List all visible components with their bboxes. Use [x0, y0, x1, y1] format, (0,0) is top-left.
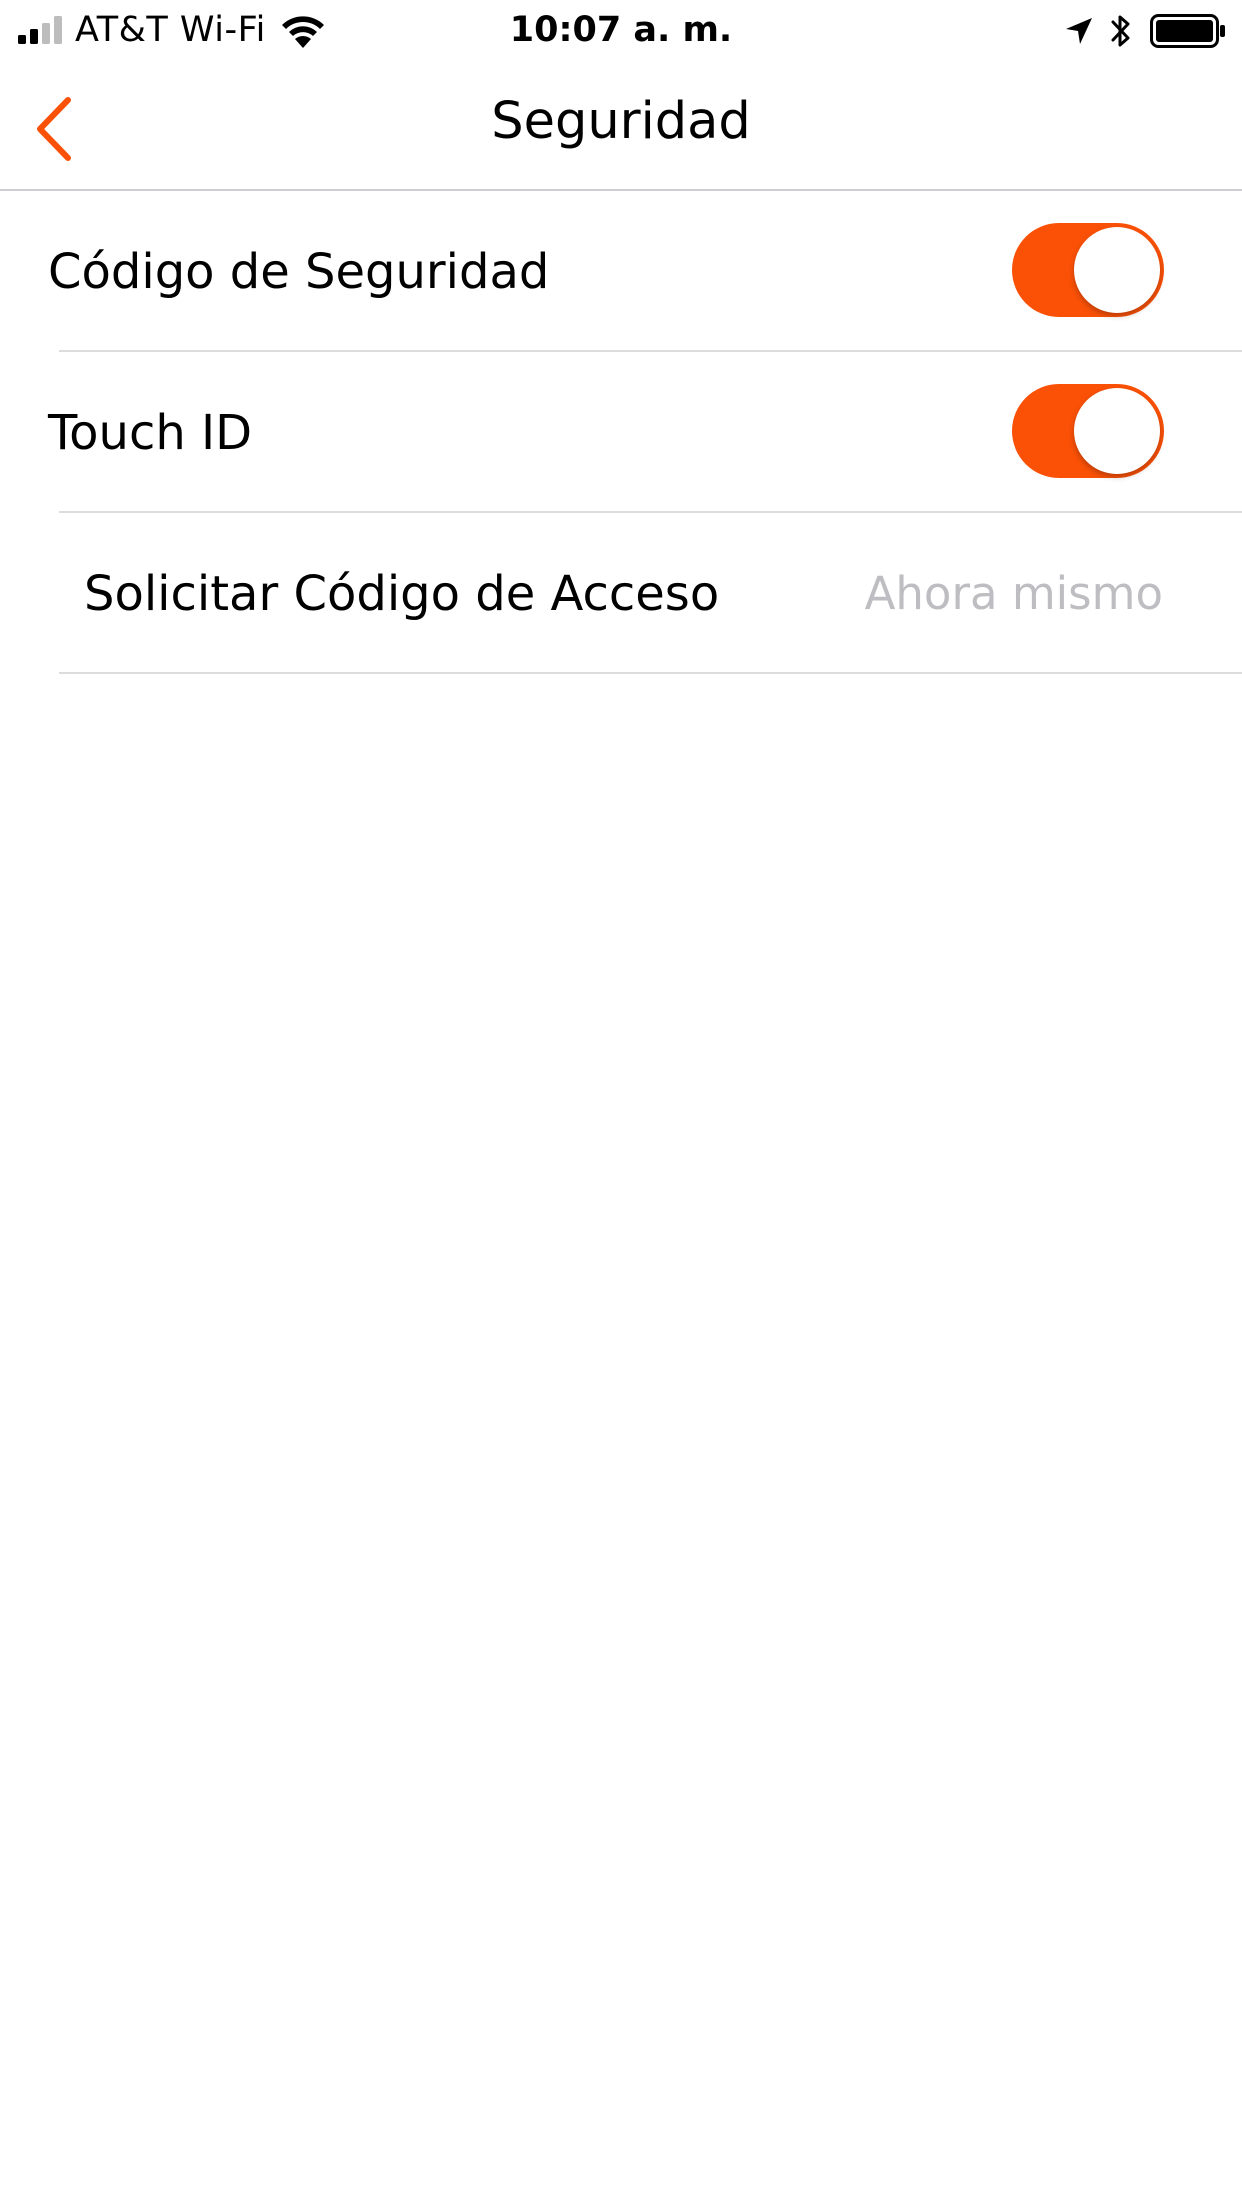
battery-icon [1150, 14, 1225, 48]
setting-label: Código de Seguridad [48, 243, 550, 300]
status-bar: AT&T Wi-Fi 10:07 a. m. [0, 0, 1242, 60]
toggle-knob [1074, 388, 1160, 474]
security-code-toggle[interactable] [1012, 223, 1164, 317]
page-title: Seguridad [491, 92, 751, 151]
row-divider [59, 672, 1242, 674]
location-arrow-icon [1066, 18, 1092, 44]
touch-id-toggle[interactable] [1012, 384, 1164, 478]
toggle-knob [1074, 227, 1160, 313]
status-time: 10:07 a. m. [509, 10, 733, 50]
setting-label: Touch ID [48, 404, 253, 461]
setting-value: Ahora mismo [864, 566, 1163, 620]
bluetooth-icon [1111, 15, 1130, 47]
setting-row-touch-id: Touch ID [0, 352, 1242, 513]
navigation-bar: Seguridad [0, 60, 1242, 191]
settings-list: Código de Seguridad Touch ID Solicitar C… [0, 191, 1242, 674]
setting-label: Solicitar Código de Acceso [84, 565, 720, 622]
setting-row-security-code: Código de Seguridad [0, 191, 1242, 352]
setting-row-request-passcode[interactable]: Solicitar Código de Acceso Ahora mismo [0, 513, 1242, 674]
